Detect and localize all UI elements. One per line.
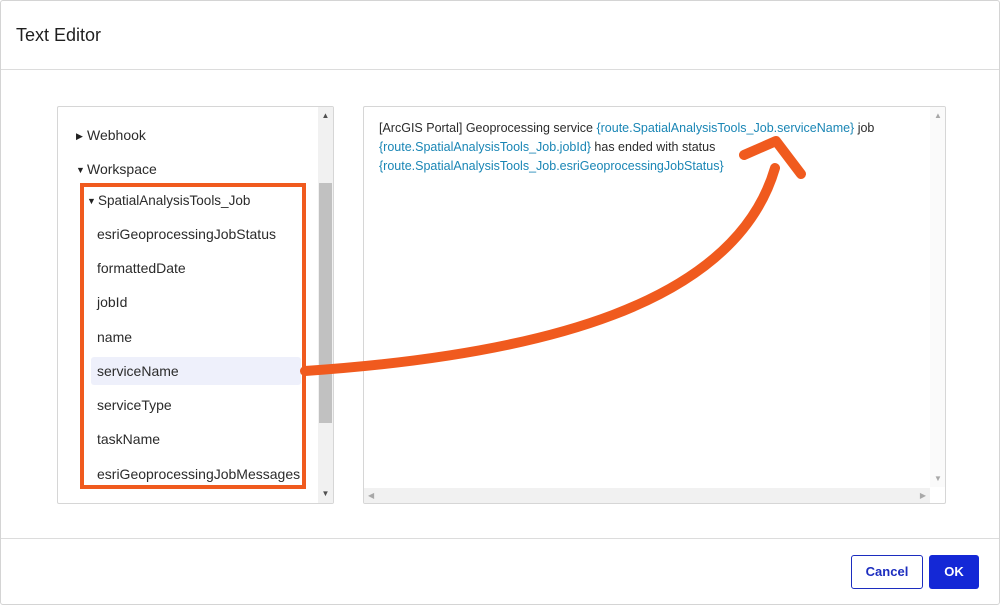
caret-down-icon: ▼ — [87, 196, 96, 206]
scroll-right-icon[interactable]: ▶ — [920, 491, 926, 500]
editor-token: {route.SpatialAnalysisTools_Job.serviceN… — [596, 121, 855, 135]
tree-node-workspace[interactable]: ▼ Workspace — [76, 156, 157, 182]
dialog-title: Text Editor — [16, 25, 102, 45]
tree-vertical-scrollbar[interactable]: ▲ ▼ — [318, 107, 333, 503]
tree-node-job[interactable]: ▼ SpatialAnalysisTools_Job — [87, 188, 250, 214]
tree-node-label: SpatialAnalysisTools_Job — [98, 193, 251, 208]
message-text-editor[interactable]: [ArcGIS Portal] Geoprocessing service {r… — [363, 106, 946, 504]
ok-button[interactable]: OK — [929, 555, 979, 589]
tree-node-label: Webhook — [87, 127, 146, 143]
scrollbar-thumb[interactable] — [319, 183, 332, 423]
editor-text-segment: [ArcGIS Portal] Geoprocessing service — [379, 121, 597, 135]
tree-node-label: Workspace — [87, 161, 157, 177]
editor-vertical-scrollbar[interactable]: ▲ ▼ — [930, 107, 945, 487]
scroll-up-icon[interactable]: ▲ — [318, 109, 333, 123]
editor-token: {route.SpatialAnalysisTools_Job.jobId} — [379, 140, 591, 154]
tree-node-webhook[interactable]: ▶ Webhook — [76, 122, 146, 148]
editor-text-segment: has ended with status — [590, 140, 716, 154]
caret-down-icon: ▼ — [76, 165, 85, 175]
tree-field-item[interactable]: esriGeoprocessingJobStatus — [91, 220, 301, 248]
footer-divider — [1, 538, 999, 539]
tree-field-item[interactable]: name — [91, 323, 301, 351]
scroll-up-icon[interactable]: ▲ — [934, 111, 942, 120]
scroll-down-icon[interactable]: ▼ — [318, 487, 333, 501]
tree-field-item[interactable]: serviceType — [91, 391, 301, 419]
scroll-down-icon[interactable]: ▼ — [934, 474, 942, 483]
editor-horizontal-scrollbar[interactable]: ◀ ▶ — [364, 488, 930, 503]
tree-field-item[interactable]: jobId — [91, 288, 301, 316]
tree-field-item[interactable]: formattedDate — [91, 254, 301, 282]
cancel-button[interactable]: Cancel — [851, 555, 923, 589]
editor-text-segment: job — [854, 121, 875, 135]
scroll-left-icon[interactable]: ◀ — [368, 491, 374, 500]
tree-field-item[interactable]: esriGeoprocessingJobMessages — [91, 460, 301, 488]
caret-right-icon: ▶ — [76, 131, 83, 141]
editor-token: {route.SpatialAnalysisTools_Job.esriGeop… — [379, 159, 724, 173]
header-divider — [1, 69, 999, 70]
tree-field-item[interactable]: taskName — [91, 425, 301, 453]
editor-content[interactable]: [ArcGIS Portal] Geoprocessing service {r… — [379, 119, 919, 176]
text-editor-dialog: Text Editor ▶ Webhook ▼ Workspace ▼ Spatial… — [0, 0, 1000, 605]
tree-field-item-selected[interactable]: serviceName — [91, 357, 301, 385]
